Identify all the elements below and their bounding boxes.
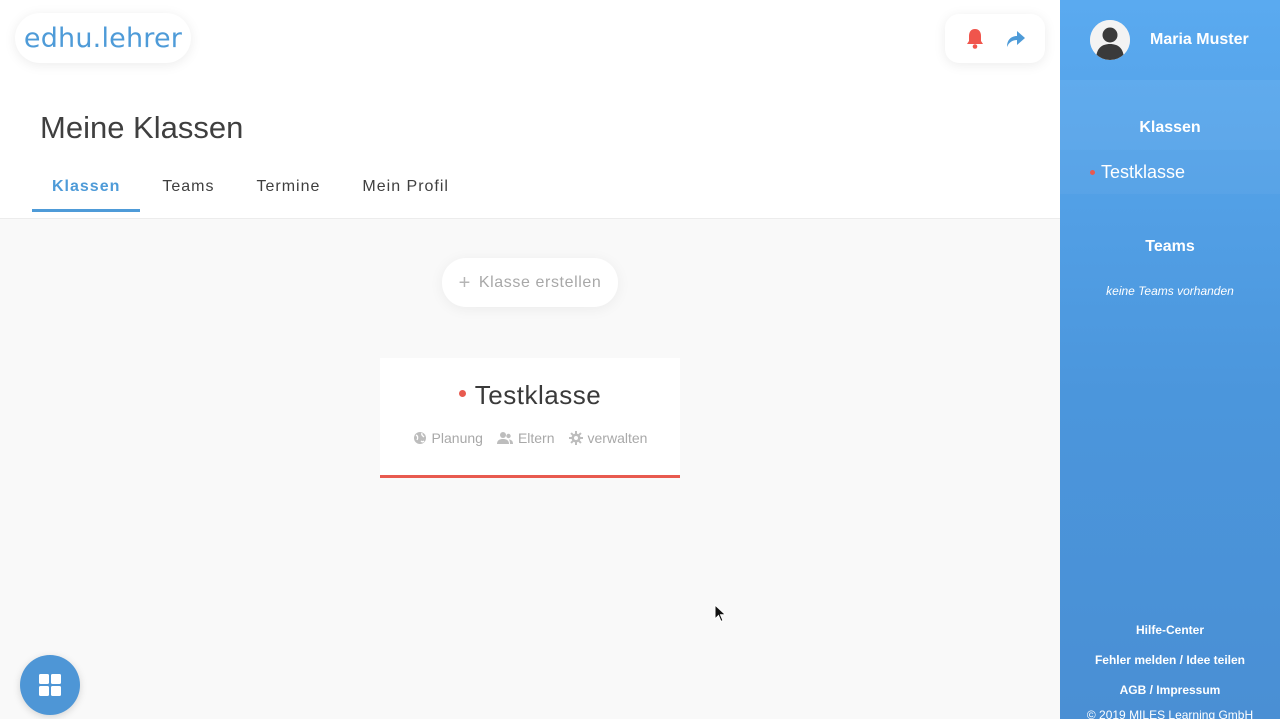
user-icon: [1090, 20, 1130, 60]
help-center-link[interactable]: Hilfe-Center: [1136, 623, 1204, 637]
report-link[interactable]: Fehler melden / Idee teilen: [1095, 653, 1245, 667]
logo[interactable]: edhu.lehrer: [15, 13, 191, 63]
class-name: Testklasse: [474, 380, 602, 410]
main-area: edhu.lehrer Meine Klassen Klassen Teams …: [0, 0, 1060, 719]
top-actions: [945, 14, 1045, 63]
class-card[interactable]: Testklasse Planung Eltern verwalten: [380, 358, 680, 478]
class-card-links: Planung Eltern verwalten: [380, 430, 680, 446]
top-bar: edhu.lehrer: [0, 0, 1060, 80]
sidebar: Maria Muster Klassen Testklasse Teams ke…: [1060, 0, 1280, 719]
gear-icon: [568, 431, 583, 445]
agb-link[interactable]: AGB / Impressum: [1120, 683, 1221, 697]
logo-text: edhu.lehrer: [23, 22, 183, 54]
mouse-pointer-icon: [714, 604, 727, 623]
tab-bar: Klassen Teams Termine Mein Profil: [32, 166, 471, 212]
verwalten-link[interactable]: verwalten: [568, 430, 648, 446]
tab-klassen[interactable]: Klassen: [32, 166, 141, 212]
share-arrow-icon[interactable]: [1000, 24, 1030, 54]
tab-termine[interactable]: Termine: [237, 166, 341, 212]
page-header: Meine Klassen Klassen Teams Termine Mein…: [0, 80, 1060, 219]
globe-icon: [413, 432, 426, 444]
footer-help: Hilfe-Center: [1060, 623, 1280, 637]
class-card-title[interactable]: Testklasse: [380, 380, 680, 411]
tab-teams[interactable]: Teams: [142, 166, 234, 212]
eltern-link[interactable]: Eltern: [496, 430, 555, 446]
status-dot: [458, 389, 466, 397]
copyright-text: © 2019 MILES Learning GmbH: [1086, 708, 1254, 719]
planung-link[interactable]: Planung: [413, 430, 483, 446]
user-name: Maria Muster: [1150, 31, 1249, 48]
sidebar-teams-title: Teams: [1145, 238, 1195, 255]
create-class-button[interactable]: + Klasse erstellen: [442, 258, 618, 307]
classes-header-band: [1060, 80, 1280, 150]
user-profile[interactable]: Maria Muster: [1060, 0, 1280, 80]
create-class-label: Klasse erstellen: [478, 273, 602, 291]
eltern-label: Eltern: [517, 430, 555, 446]
sidebar-classes-title: Klassen: [1139, 119, 1201, 136]
apps-menu-button[interactable]: [20, 655, 80, 715]
status-dot: [1090, 170, 1095, 175]
sidebar-item-testklasse[interactable]: Testklasse: [1090, 162, 1185, 183]
tab-mein-profil[interactable]: Mein Profil: [342, 166, 469, 212]
sidebar-item-label: Testklasse: [1101, 162, 1186, 182]
grid-icon: [39, 674, 61, 696]
planung-label: Planung: [431, 430, 483, 446]
plus-icon: +: [458, 271, 471, 294]
bell-icon[interactable]: [960, 24, 990, 54]
avatar: [1090, 20, 1130, 60]
users-icon: [496, 432, 513, 444]
footer-agb: AGB / Impressum: [1060, 683, 1280, 697]
footer-report: Fehler melden / Idee teilen: [1060, 653, 1280, 667]
teams-empty-text: keine Teams vorhanden: [1106, 284, 1234, 298]
verwalten-label: verwalten: [587, 430, 648, 446]
page-title: Meine Klassen: [40, 110, 244, 145]
